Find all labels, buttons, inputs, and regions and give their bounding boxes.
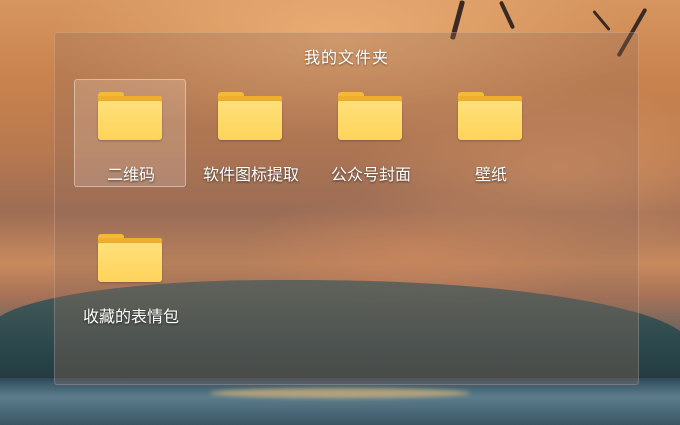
wallpaper-water <box>0 378 680 425</box>
wallpaper-branch <box>498 0 516 30</box>
window-title: 我的文件夹 <box>303 48 389 67</box>
folder-window: 我的文件夹 二维码 软件图标提取 公众号封面 壁纸 收藏的表情包 <box>54 32 639 385</box>
folder-item-wallpaper[interactable]: 壁纸 <box>434 79 546 187</box>
folder-item-icon-extract[interactable]: 软件图标提取 <box>194 79 306 187</box>
folder-icon <box>98 92 162 140</box>
folder-icon <box>338 92 402 140</box>
folder-item-qrcode[interactable]: 二维码 <box>74 79 186 187</box>
folder-icon <box>458 92 522 140</box>
folder-icon <box>218 92 282 140</box>
folder-label: 收藏的表情包 <box>82 307 179 326</box>
folder-item-stickers[interactable]: 收藏的表情包 <box>74 221 186 329</box>
wallpaper-branch <box>592 9 611 32</box>
folder-item-cover[interactable]: 公众号封面 <box>314 79 426 187</box>
wallpaper-sun-reflection <box>210 388 470 398</box>
folder-icon <box>98 234 162 282</box>
folder-label: 壁纸 <box>474 165 507 184</box>
